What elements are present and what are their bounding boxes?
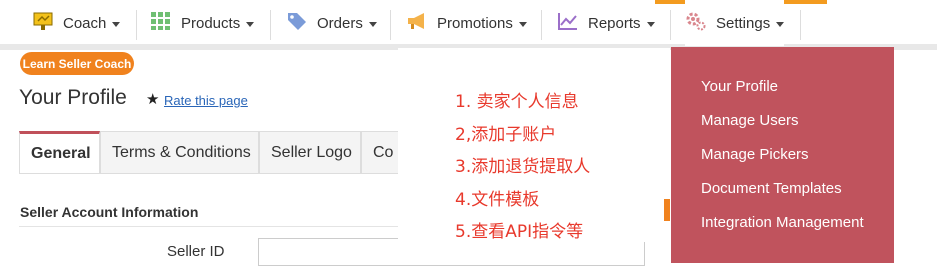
chevron-down-icon bbox=[518, 21, 527, 27]
chevron-down-icon bbox=[776, 21, 785, 27]
tab-seller-logo[interactable]: Seller Logo bbox=[259, 131, 361, 173]
menu-item-manage-users[interactable]: Manage Users bbox=[701, 112, 799, 129]
nav-settings-label: Settings bbox=[716, 14, 771, 32]
nav-products[interactable]: Products bbox=[150, 0, 255, 46]
chevron-down-icon bbox=[112, 21, 121, 27]
coach-icon bbox=[32, 11, 54, 35]
megaphone-icon bbox=[406, 11, 428, 35]
nav-separator bbox=[270, 10, 271, 40]
nav-separator bbox=[390, 10, 391, 40]
rate-page-link[interactable]: Rate this page bbox=[164, 93, 248, 108]
annotation-line: 4.文件模板 bbox=[455, 190, 540, 210]
chevron-down-icon bbox=[368, 21, 377, 27]
tag-icon bbox=[286, 11, 308, 35]
seller-id-field[interactable] bbox=[258, 238, 645, 266]
tab-terms-conditions[interactable]: Terms & Conditions bbox=[100, 131, 259, 173]
nav-coach-label: Coach bbox=[63, 14, 107, 32]
annotation-line: 2,添加子账户 bbox=[455, 125, 557, 145]
annotation-line: 3.添加退货提取人 bbox=[455, 157, 591, 177]
learn-seller-coach-button[interactable]: Learn Seller Coach bbox=[20, 52, 134, 75]
tab-general[interactable]: General bbox=[19, 131, 100, 173]
chevron-down-icon bbox=[646, 21, 655, 27]
star-icon: ★ bbox=[146, 91, 160, 108]
annotation-line: 1. 卖家个人信息 bbox=[455, 92, 579, 112]
nav-separator bbox=[670, 10, 671, 40]
chart-icon bbox=[557, 11, 579, 35]
nav-orders[interactable]: Orders bbox=[286, 0, 377, 46]
nav-settings[interactable]: Settings bbox=[685, 0, 785, 46]
nav-separator bbox=[800, 10, 801, 40]
menu-item-manage-pickers[interactable]: Manage Pickers bbox=[701, 146, 809, 163]
section-title: Seller Account Information bbox=[20, 204, 199, 220]
nav-separator bbox=[541, 10, 542, 40]
gears-icon bbox=[685, 11, 707, 35]
page-title: Your Profile bbox=[19, 86, 127, 109]
grid-icon bbox=[150, 11, 172, 35]
nav-orders-label: Orders bbox=[317, 14, 363, 32]
nav-reports-label: Reports bbox=[588, 14, 641, 32]
annotation-overlay: 1. 卖家个人信息 2,添加子账户 3.添加退货提取人 4.文件模板 5.查看A… bbox=[398, 48, 670, 242]
nav-products-label: Products bbox=[181, 14, 241, 32]
menu-item-your-profile[interactable]: Your Profile bbox=[701, 78, 778, 95]
settings-dropdown: Your Profile Manage Users Manage Pickers… bbox=[671, 47, 894, 263]
scroll-tab bbox=[664, 199, 670, 221]
nav-promotions-label: Promotions bbox=[437, 14, 513, 32]
nav-separator bbox=[136, 10, 137, 40]
nav-promotions[interactable]: Promotions bbox=[406, 0, 527, 46]
nav-reports[interactable]: Reports bbox=[557, 0, 655, 46]
nav-coach[interactable]: Coach bbox=[32, 0, 121, 46]
menu-item-document-templates[interactable]: Document Templates bbox=[701, 180, 842, 197]
seller-id-label: Seller ID bbox=[167, 243, 225, 260]
menu-item-integration-management[interactable]: Integration Management bbox=[701, 214, 864, 231]
chevron-down-icon bbox=[246, 21, 255, 27]
annotation-line: 5.查看API指令等 bbox=[455, 222, 584, 242]
